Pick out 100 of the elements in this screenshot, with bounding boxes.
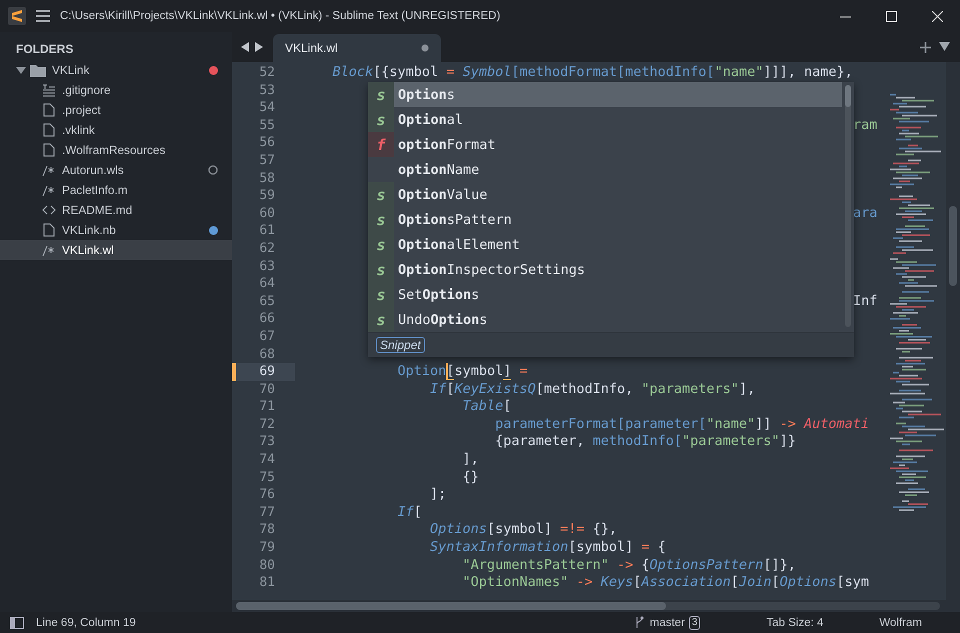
line-number: 67 xyxy=(258,328,276,346)
code-fragment: Inf xyxy=(853,292,878,310)
code-line: SyntaxInformation[symbol] = { xyxy=(429,539,666,557)
kind-badge: s xyxy=(368,107,394,132)
line-number: 60 xyxy=(258,204,276,222)
line-number: 55 xyxy=(258,116,276,134)
comment-icon xyxy=(42,243,56,257)
line-number: 61 xyxy=(258,222,276,240)
kind-badge: s xyxy=(368,232,394,257)
line-number: 71 xyxy=(258,398,276,416)
line-number: 64 xyxy=(258,275,276,293)
comment-icon xyxy=(42,183,56,197)
line-number: 63 xyxy=(258,258,276,276)
file-icon xyxy=(42,123,56,137)
completion-item[interactable]: f optionFormat xyxy=(368,132,842,157)
folder-icon xyxy=(30,64,46,76)
vertical-scrollbar[interactable] xyxy=(946,62,960,600)
line-number: 57 xyxy=(258,152,276,170)
kind-badge: f xyxy=(368,132,394,157)
line-number: 56 xyxy=(258,134,276,152)
code-line: Options[symbol] =!= {}, xyxy=(429,521,617,540)
line-number: 80 xyxy=(258,556,276,574)
next-icon xyxy=(255,42,263,52)
code-line: "ArgumentsPattern" -> {OptionsPattern[]}, xyxy=(462,556,796,574)
file-item[interactable]: .WolframResources xyxy=(0,140,232,160)
code-line: Option[symbol] = xyxy=(396,363,528,381)
app-logo-icon xyxy=(8,7,26,25)
snippet-tag: Snippet xyxy=(376,337,425,353)
plus-icon xyxy=(920,42,931,52)
cursor-position[interactable]: Line 69, Column 19 xyxy=(36,616,136,628)
line-number: 69 xyxy=(258,363,276,381)
file-item[interactable]: .project xyxy=(0,100,232,120)
horizontal-scrollbar[interactable] xyxy=(232,600,960,612)
line-number: 74 xyxy=(258,451,276,469)
previous-icon xyxy=(241,42,249,52)
line-number: 58 xyxy=(258,170,276,188)
code-line: "OptionNames" -> Keys[Association[Join[Options[sym xyxy=(462,574,870,592)
file-tab[interactable]: VKLink.wl xyxy=(273,34,441,62)
menu-icon xyxy=(36,10,50,22)
file-item[interactable]: Autorun.wls xyxy=(0,160,232,180)
close-icon[interactable] xyxy=(932,10,942,22)
dropdown-triangle-icon xyxy=(939,42,950,50)
popup-scrollbar[interactable] xyxy=(845,85,851,327)
code-line: ], xyxy=(462,451,479,469)
line-number: 65 xyxy=(258,292,276,310)
window-title: C:\Users\Kirill\Projects\VKLink\VKLink.wl • (VKLink) - Sublime Text (UNREGISTERED) xyxy=(60,10,500,22)
completion-item[interactable]: s OptionalElement xyxy=(368,232,842,257)
syntax-name[interactable]: Wolfram xyxy=(879,616,922,628)
code-line: Table[ xyxy=(462,398,512,416)
line-number: 66 xyxy=(258,310,276,328)
code-line: {} xyxy=(462,468,479,486)
file-item[interactable]: VKLink.nb xyxy=(0,220,232,240)
maximize-icon[interactable] xyxy=(886,10,896,22)
code-icon xyxy=(42,203,56,217)
completion-item[interactable]: s OptionsPattern xyxy=(368,207,842,232)
line-number: 81 xyxy=(258,574,276,592)
file-item[interactable]: PacletInfo.m xyxy=(0,180,232,200)
line-number: 53 xyxy=(258,82,276,100)
line-number: 78 xyxy=(258,521,276,540)
completion-item[interactable]: s UndoOptions xyxy=(368,307,842,332)
code-line: If[ xyxy=(396,504,422,522)
file-item[interactable]: VKLink.wl xyxy=(0,240,232,260)
completion-item[interactable]: s Optional xyxy=(368,107,842,132)
line-number: 79 xyxy=(258,539,276,557)
kind-badge: s xyxy=(368,282,394,307)
code-line: Block[{symbol = Symbol[methodFormat[methodInfo["name"]]], name}, xyxy=(332,64,853,82)
completion-item[interactable]: s SetOptions xyxy=(368,282,842,307)
kind-badge: s xyxy=(368,82,394,107)
branch-icon xyxy=(634,616,644,629)
file-icon xyxy=(42,143,56,157)
file-item[interactable]: .gitignore xyxy=(0,80,232,100)
code-line: ]; xyxy=(429,486,446,504)
line-number: 70 xyxy=(258,380,276,398)
kind-badge: s xyxy=(368,207,394,232)
code-fragment: ara xyxy=(853,204,878,222)
completion-item[interactable]: s OptionValue xyxy=(368,182,842,207)
kind-badge: s xyxy=(368,307,394,332)
kind-badge: s xyxy=(368,257,394,282)
completion-item[interactable]: optionName xyxy=(368,157,842,182)
comment-icon xyxy=(42,163,56,177)
line-number: 59 xyxy=(258,187,276,205)
file-item[interactable]: .vklink xyxy=(0,120,232,140)
kind-badge: s xyxy=(368,182,394,207)
change-count: 3 xyxy=(688,616,700,630)
line-number: 62 xyxy=(258,240,276,258)
completion-item[interactable]: s OptionInspectorSettings xyxy=(368,257,842,282)
tab-size[interactable]: Tab Size: 4 xyxy=(766,616,824,628)
text-lines-icon xyxy=(42,83,56,97)
file-item[interactable]: README.md xyxy=(0,200,232,220)
sidebar-toggle-icon xyxy=(10,616,24,628)
code-line: parameterFormat[parameter["name"]] -> Automati xyxy=(494,416,869,434)
line-number: 76 xyxy=(258,486,276,504)
git-branch[interactable]: master xyxy=(650,616,685,628)
folder-label[interactable]: VKLink xyxy=(52,63,209,77)
code-line: {parameter, methodInfo["parameters"]} xyxy=(494,433,796,452)
completion-item[interactable]: s Options xyxy=(368,82,842,107)
line-number: 75 xyxy=(258,468,276,486)
code-fragment: ram xyxy=(853,116,878,134)
line-number: 54 xyxy=(258,99,276,117)
file-icon xyxy=(42,223,56,237)
